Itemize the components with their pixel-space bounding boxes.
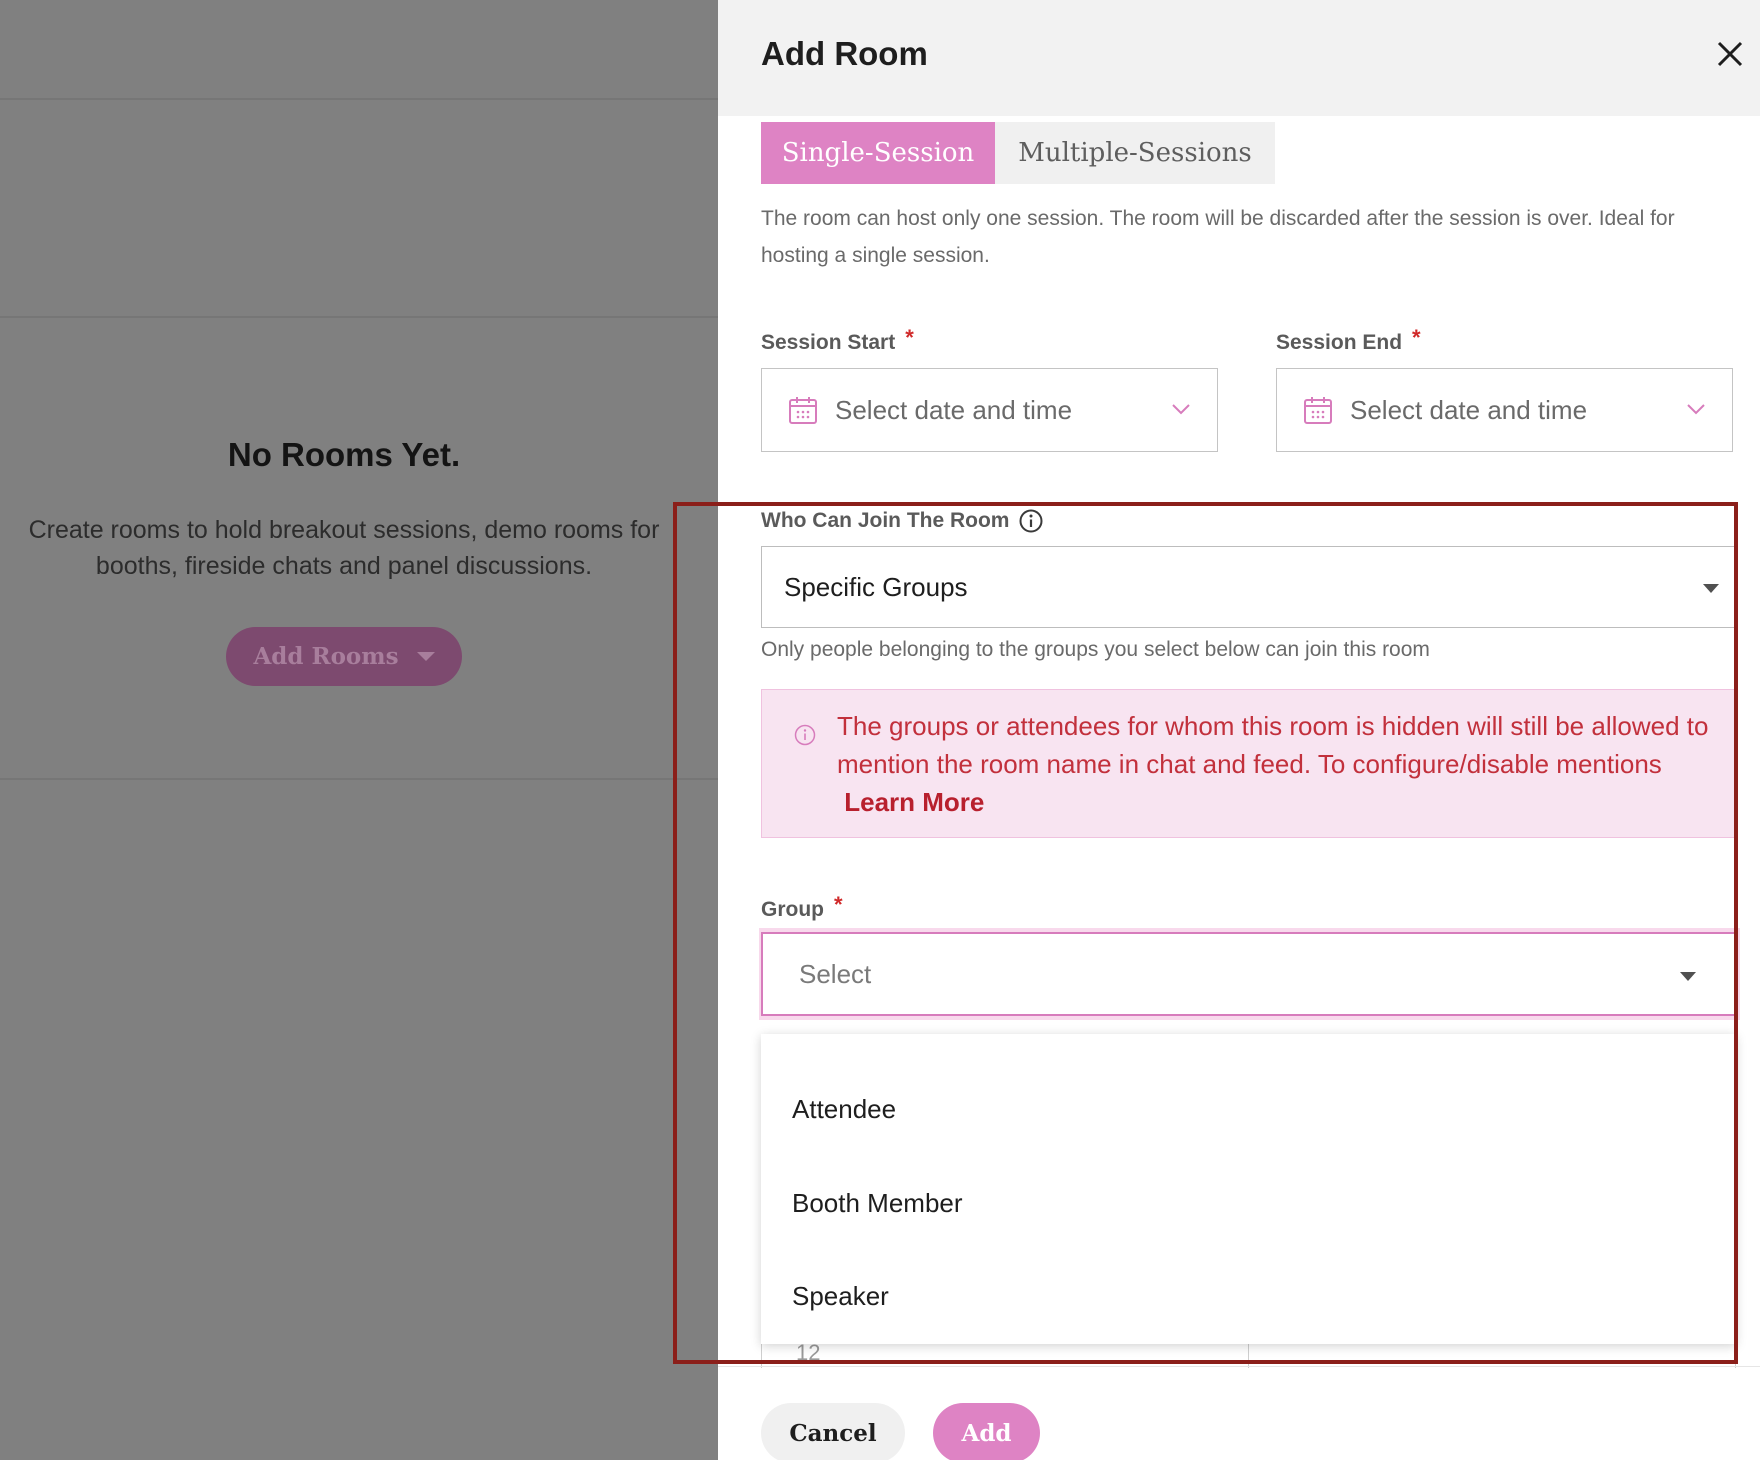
session-type-tabs: Single-Session Multiple-Sessions xyxy=(761,122,1275,184)
add-rooms-label: Add Rooms xyxy=(253,643,399,670)
tab-description: The room can host only one session. The … xyxy=(761,207,1675,267)
who-can-join-label-text: Who Can Join The Room xyxy=(761,509,1010,532)
who-can-join-helper: Only people belonging to the groups you … xyxy=(761,638,1430,661)
learn-more-link[interactable]: Learn More xyxy=(844,787,984,817)
caret-down-icon xyxy=(416,652,435,661)
group-select-placeholder: Select xyxy=(799,959,872,989)
add-button[interactable]: Add xyxy=(933,1403,1040,1460)
tab-single-session[interactable]: Single-Session xyxy=(761,122,995,184)
session-end-placeholder: Select date and time xyxy=(1350,395,1588,425)
required-mark: * xyxy=(905,325,914,350)
add-rooms-button[interactable]: Add Rooms xyxy=(226,627,462,686)
footer-divider xyxy=(718,1366,1760,1367)
session-start-placeholder: Select date and time xyxy=(835,395,1073,425)
who-can-join-value: Specific Groups xyxy=(784,572,968,602)
who-can-join-select[interactable]: Specific Groups xyxy=(761,546,1736,628)
divider xyxy=(0,98,718,100)
notice-text-container: The groups or attendees for whom this ro… xyxy=(837,707,1717,821)
required-mark: * xyxy=(834,892,843,917)
session-end-picker[interactable]: Select date and time xyxy=(1276,368,1733,452)
caret-down-icon xyxy=(1680,972,1696,981)
calendar-icon xyxy=(1304,397,1332,424)
divider xyxy=(0,778,718,780)
chevron-down-icon xyxy=(1687,404,1705,415)
divider xyxy=(0,316,718,318)
session-start-label-text: Session Start xyxy=(761,331,896,354)
group-select[interactable]: Select xyxy=(759,928,1740,1020)
info-icon xyxy=(794,724,816,746)
cancel-button[interactable]: Cancel xyxy=(761,1403,905,1460)
panel-header: Add Room xyxy=(718,0,1760,116)
calendar-icon xyxy=(789,397,817,424)
notice-text: The groups or attendees for whom this ro… xyxy=(837,711,1709,779)
background-overlay: No Rooms Yet. Create rooms to hold break… xyxy=(0,0,718,1460)
chevron-down-icon xyxy=(1172,404,1190,415)
panel-title: Add Room xyxy=(761,35,928,72)
dropdown-option-speaker[interactable]: Speaker xyxy=(792,1281,889,1312)
mention-notice: The groups or attendees for whom this ro… xyxy=(761,689,1736,838)
info-icon[interactable] xyxy=(1019,509,1043,533)
add-room-panel: Add Room Single-Session Multiple-Session… xyxy=(718,0,1760,1460)
dropdown-option-booth-member[interactable]: Booth Member xyxy=(792,1188,963,1219)
group-select-field[interactable]: Select xyxy=(761,932,1738,1016)
session-end-label: Session End * xyxy=(1276,325,1421,356)
empty-state-title: No Rooms Yet. xyxy=(227,436,461,473)
close-icon[interactable] xyxy=(1716,40,1744,68)
dropdown-option-attendee[interactable]: Attendee xyxy=(792,1094,896,1125)
group-dropdown-menu: Attendee Booth Member Speaker xyxy=(761,1034,1736,1344)
who-can-join-label: Who Can Join The Room xyxy=(761,509,1043,533)
caret-down-icon xyxy=(1703,584,1719,593)
required-mark: * xyxy=(1412,325,1421,350)
empty-state-description: Create rooms to hold breakout sessions, … xyxy=(28,516,660,580)
tab-multiple-sessions[interactable]: Multiple-Sessions xyxy=(995,122,1275,184)
session-start-label: Session Start * xyxy=(761,325,914,356)
session-start-picker[interactable]: Select date and time xyxy=(761,368,1218,452)
group-label: Group * xyxy=(761,892,843,923)
group-label-text: Group xyxy=(761,898,824,921)
session-end-label-text: Session End xyxy=(1276,331,1403,354)
